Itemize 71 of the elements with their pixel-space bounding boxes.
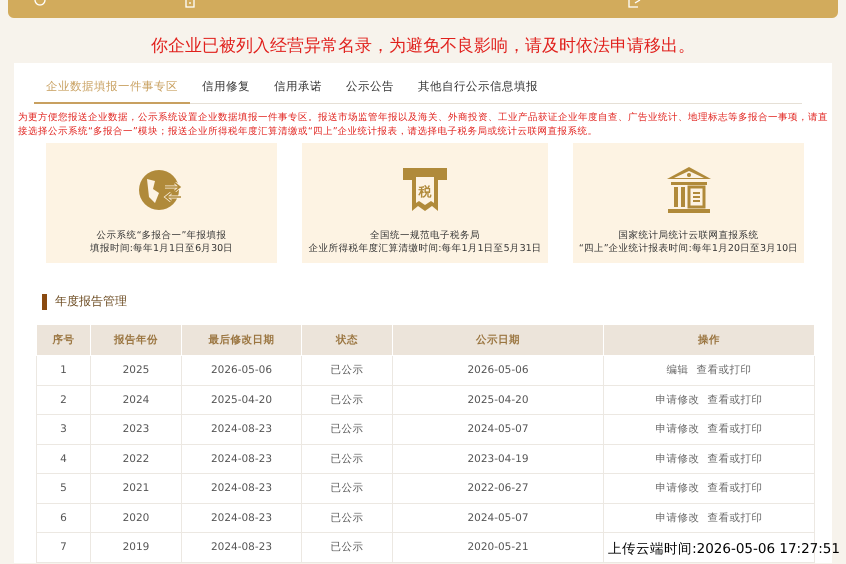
table-cell: 1 (36, 356, 90, 385)
column-header: 状态 (302, 324, 392, 356)
service-card[interactable]: 税 全国统一规范电子税务局 企业所得税年度汇算清缴时间:每年1月1日至5月31日 (302, 143, 548, 263)
column-header: 操作 (604, 324, 814, 356)
section-title: 年度报告管理 (55, 293, 127, 310)
table-cell: 2026-05-06 (392, 356, 604, 385)
table-cell: 2019 (90, 532, 182, 562)
section-marker (42, 294, 47, 310)
action-link[interactable]: 申请修改 (656, 452, 700, 465)
table-cell: 2024-08-23 (182, 414, 302, 444)
table-cell: 已公示 (302, 356, 392, 385)
tab[interactable]: 信用承诺 (262, 75, 334, 103)
service-card[interactable]: 国家统计局统计云联网直报系统 “四上”企业统计报表时间:每年1月20日至3月10日 (573, 143, 804, 263)
card-title: 全国统一规范电子税务局 (370, 229, 480, 242)
card-title: 公示系统“多报合一”年报填报 (96, 229, 226, 242)
card-period: 企业所得税年度汇算清缴时间:每年1月1日至5月31日 (308, 242, 542, 255)
table-cell: 已公示 (302, 414, 392, 444)
table-cell: 2026-05-06 (182, 356, 302, 385)
card-title: 国家统计局统计云联网直报系统 (618, 229, 758, 242)
table-cell: 7 (36, 532, 90, 562)
table-cell: 2024-05-07 (392, 414, 604, 444)
table-cell: 已公示 (302, 532, 392, 562)
card-period: “四上”企业统计报表时间:每年1月20日至3月10日 (578, 242, 798, 255)
table-cell: 2024-05-07 (392, 503, 604, 532)
table-cell: 5 (36, 474, 90, 503)
table-cell: 2025-04-20 (182, 385, 302, 414)
action-link[interactable]: 申请修改 (656, 394, 700, 406)
action-link[interactable]: 查看或打印 (708, 423, 762, 436)
table-cell: 2024-08-23 (182, 444, 302, 474)
column-header: 最后修改日期 (182, 324, 302, 356)
table-cell: 2024-08-23 (182, 474, 302, 503)
table-cell: 2024-08-23 (182, 532, 302, 562)
table-cell: 2 (36, 385, 90, 414)
column-header: 报告年份 (90, 324, 182, 356)
card-period: 填报时间:每年1月1日至6月30日 (90, 242, 234, 255)
action-link[interactable]: 查看或打印 (708, 512, 762, 524)
upload-timestamp: 上传云端时间:2026-05-06 17:27:51 (608, 540, 840, 558)
action-link[interactable]: 编辑 (666, 364, 688, 376)
action-link[interactable]: 申请修改 (656, 423, 700, 436)
table-cell: 4 (36, 444, 90, 474)
action-link[interactable]: 申请修改 (656, 482, 700, 494)
action-link[interactable]: 申请修改 (656, 512, 700, 524)
tab[interactable]: 其他自行公示信息填报 (406, 75, 550, 103)
action-link[interactable]: 查看或打印 (708, 482, 762, 494)
notice-text: 为更方便您报送企业数据，公示系统设置企业数据填报一件事专区。报送市场监管年报以及海关、外商投资、工业产品获证企业年度自查、广告业统计、地理标志等多报合一事项，请直接选择公示系统“多报合一”模块；报送企业所得税年度汇算清缴或“四上”企业统计报表，请选择电子税务局或统计云联网直报系统。 (18, 111, 828, 139)
table-cell: 2020-05-21 (392, 532, 604, 562)
action-link[interactable]: 查看或打印 (696, 364, 752, 376)
table-cell: 2025-04-20 (392, 385, 604, 414)
column-header: 序号 (36, 324, 90, 356)
table-cell: 2020 (90, 503, 182, 532)
action-link[interactable]: 查看或打印 (708, 394, 762, 406)
table-cell: 2024 (90, 385, 182, 414)
alert-message: 你企业已被列入经营异常名录，为避免不良影响，请及时依法申请移出。 (150, 35, 696, 58)
action-link[interactable]: 查看或打印 (708, 452, 762, 465)
table-cell: 已公示 (302, 385, 392, 414)
table-cell: 2023 (90, 414, 182, 444)
table-cell: 已公示 (302, 503, 392, 532)
table-cell: 2023-04-19 (392, 444, 604, 474)
table-cell: 已公示 (302, 474, 392, 503)
tab[interactable]: 公示公告 (334, 75, 406, 103)
table-cell: 2022-06-27 (392, 474, 604, 503)
service-card[interactable]: 公示系统“多报合一”年报填报 填报时间:每年1月1日至6月30日 (46, 143, 277, 263)
table-cell: 2021 (90, 474, 182, 503)
table-cell: 2025 (90, 356, 182, 385)
column-header: 公示日期 (392, 324, 604, 356)
table-cell: 3 (36, 414, 90, 444)
table-cell: 已公示 (302, 444, 392, 474)
table-cell: 2024-08-23 (182, 503, 302, 532)
tab[interactable]: 信用修复 (190, 75, 262, 103)
table-cell: 6 (36, 503, 90, 532)
table-cell: 2022 (90, 444, 182, 474)
